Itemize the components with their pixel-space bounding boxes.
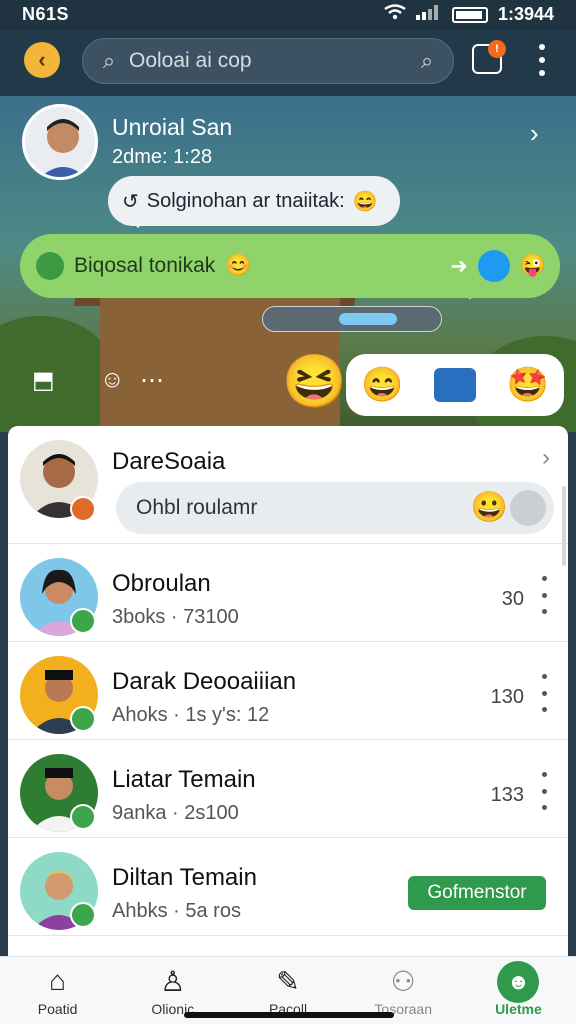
top-app-bar: ‹ ⌕ ⌕ ! <box>0 30 576 96</box>
contact-name: DareSoaia <box>112 448 226 475</box>
list-item[interactable]: Liatar Temain 9anka · 2s100 133 <box>8 740 568 838</box>
search-icon: ⌕ <box>102 48 116 73</box>
edit-icon: ✎ <box>276 965 300 997</box>
message-count: 30 <box>501 588 524 610</box>
online-badge <box>70 902 96 928</box>
contact-subtitle: Ahbks · 5a ros <box>112 900 241 922</box>
person-icon: ♙ <box>160 965 186 997</box>
emoji: 😄 <box>352 190 378 213</box>
profile-icon: ☻ <box>497 961 540 1003</box>
contact-name: Darak Deooaiiian <box>112 668 297 695</box>
reaction-1[interactable]: 😄 <box>361 365 403 405</box>
audio-progress[interactable] <box>262 306 442 332</box>
avatar <box>22 104 98 180</box>
featured-contact-card[interactable]: Unroial San 2dme: 1:28 › <box>18 102 558 182</box>
featured-contact-name: Unroial San <box>112 114 233 140</box>
notification-badge: ! <box>488 40 506 58</box>
more-options-icon[interactable] <box>540 576 548 614</box>
envelope-icon[interactable] <box>434 368 476 402</box>
people-icon: ⚇ <box>390 965 416 997</box>
signal-icon <box>415 4 442 25</box>
nav-label: Poatid <box>37 1001 78 1017</box>
reply-input[interactable]: Ohbl roulamr 😀 <box>116 482 554 534</box>
message-bubble-outgoing[interactable]: Biqosal tonikak 😊 ➜ 😜 <box>20 234 560 300</box>
list-item[interactable]: Obroulan 3boks · 73100 30 <box>8 544 568 642</box>
back-button[interactable]: ‹ <box>24 42 60 78</box>
more-options-icon[interactable] <box>540 674 548 712</box>
reply-icon: ↺ <box>122 190 139 213</box>
message-text: Biqosal tonikak <box>74 254 216 277</box>
sticker-icon[interactable]: ☺ <box>100 366 125 394</box>
share-icon[interactable]: ➜ <box>450 254 468 279</box>
chevron-right-icon[interactable]: › <box>542 444 550 472</box>
message-bubble-incoming[interactable]: ↺ Solginohan ar tnaiitak: 😄 <box>108 176 400 228</box>
online-badge <box>70 496 96 522</box>
action-button[interactable]: Gofmenstor <box>408 876 546 910</box>
chevron-right-icon[interactable]: › <box>530 118 539 149</box>
emoji: 😊 <box>225 254 252 277</box>
emoji: 😜 <box>519 254 546 277</box>
large-emoji[interactable]: 😆 <box>282 352 347 412</box>
nav-label: Uletme <box>495 1001 542 1017</box>
contact-name: Liatar Temain <box>112 766 256 793</box>
nav-item-home[interactable]: ⌂ Poatid <box>0 957 115 1024</box>
hero-scene: Unroial San 2dme: 1:28 › ↺ Solginohan ar… <box>0 96 576 432</box>
message-count: 130 <box>490 686 524 708</box>
status-bar: N61S 1:3944 <box>0 0 576 30</box>
list-item[interactable]: Darak Deooaiiian Ahoks · 1s y's: 12 130 <box>8 642 568 740</box>
whatsapp-icon <box>36 252 64 280</box>
home-indicator <box>184 1012 394 1018</box>
search-bar[interactable]: ⌕ ⌕ <box>82 38 454 84</box>
conversation-list: DareSoaia › Ohbl roulamr 😀 Obroulan 3bok… <box>8 426 568 956</box>
chevron-left-icon: ‹ <box>38 47 46 72</box>
nav-item-profile[interactable]: ☻ Uletme <box>461 957 576 1024</box>
search-input[interactable] <box>129 49 407 73</box>
status-time-left: N61S <box>22 4 70 24</box>
more-icon[interactable]: ⋯ <box>140 366 164 395</box>
wifi-icon <box>384 4 406 25</box>
contact-name: Diltan Temain <box>112 864 257 891</box>
more-options-icon[interactable] <box>540 772 548 810</box>
camera-icon[interactable]: ⬒ <box>32 366 55 395</box>
online-badge <box>70 804 96 830</box>
list-item[interactable]: DareSoaia › Ohbl roulamr 😀 <box>8 426 568 544</box>
home-icon: ⌂ <box>49 965 67 996</box>
search-submit-icon[interactable]: ⌕ <box>407 48 447 74</box>
message-text: Solginohan ar tnaiitak: <box>146 189 345 212</box>
reaction-2[interactable]: 🤩 <box>506 365 548 405</box>
status-time-right: 1:3944 <box>497 4 554 24</box>
list-item[interactable]: Diltan Temain Ahbks · 5a ros Gofmenstor <box>8 838 568 936</box>
featured-contact-time: 2dme: 1:28 <box>112 146 213 168</box>
online-badge <box>70 706 96 732</box>
reaction-bar: 😄 🤩 <box>346 354 564 416</box>
message-count: 133 <box>490 784 524 806</box>
twitter-icon[interactable] <box>477 250 510 282</box>
scrollbar[interactable] <box>562 486 566 566</box>
more-options-icon[interactable] <box>530 44 554 76</box>
emoji-icon[interactable]: 😀 <box>471 490 508 525</box>
battery-icon <box>451 6 488 23</box>
contact-subtitle: Ahoks · 1s y's: 12 <box>112 704 270 726</box>
progress-fill <box>339 313 397 325</box>
reply-input-text: Ohbl roulamr <box>136 496 258 519</box>
contact-name: Obroulan <box>112 570 211 597</box>
contact-subtitle: 3boks · 73100 <box>112 606 239 628</box>
status-icons: 1:3944 <box>384 4 554 25</box>
contact-subtitle: 9anka · 2s100 <box>112 802 239 824</box>
online-badge <box>70 608 96 634</box>
attach-icon[interactable] <box>510 490 546 526</box>
